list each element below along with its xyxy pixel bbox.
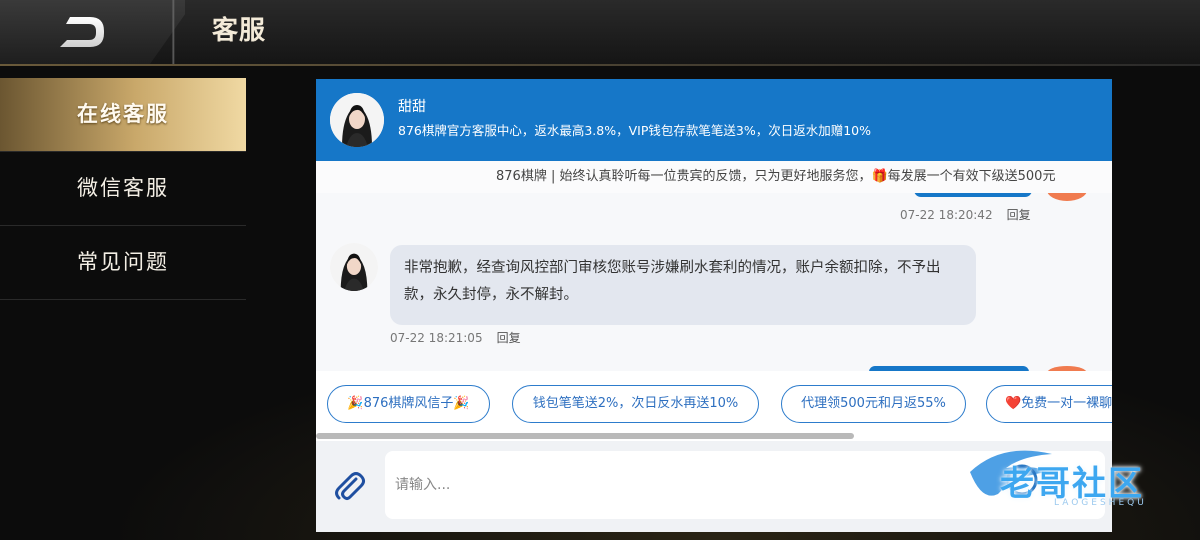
agent-message-avatar [330,243,378,291]
message-time: 07-22 18:21:05 [390,331,483,345]
quick-reply-button[interactable]: 🎉876棋牌风信子🎉 [327,385,490,423]
message-meta: 07-22 18:20:42 回复 [900,206,1031,223]
agent-portrait-icon [330,243,378,291]
sidebar-item-label: 在线客服 [77,102,169,126]
sidebar-item-label: 微信客服 [77,176,169,200]
agent-portrait-icon [330,93,384,147]
page-title: 客服 [212,16,267,46]
watermark-subtext: LAOGESHEQU [1054,498,1147,508]
back-icon [60,17,104,47]
sidebar-item-faq[interactable]: 常见问题 [0,226,246,300]
marquee-text: 876棋牌 | 始终认真聆听每一位贵宾的反馈，只为更好地服务您，🎁每发展一个有效… [496,169,1056,184]
attach-button[interactable] [332,469,368,505]
back-button[interactable] [56,14,110,50]
message-time: 07-22 18:20:42 [900,208,993,222]
reply-link[interactable]: 回复 [1007,208,1031,222]
message-list[interactable]: 07-22 18:20:42 回复 非常抱歉，经查询风控部门审核您账号涉嫌刷水套利… [316,193,1112,371]
header-divider [150,0,198,64]
sidebar-item-wechat-service[interactable]: 微信客服 [0,152,246,226]
agent-message-bubble: 非常抱歉，经查询风控部门审核您账号涉嫌刷水套利的情况，账户余额扣除，不予出款，永… [390,245,976,325]
reply-link[interactable]: 回复 [497,331,521,345]
quick-reply-scrollbar[interactable] [316,431,1112,441]
user-avatar [1047,193,1087,201]
sidebar-item-online-service[interactable]: 在线客服 [0,78,246,152]
user-message-bubble [914,193,1032,197]
paperclip-icon [335,472,365,500]
quick-reply-button[interactable]: 代理领500元和月返55% [781,385,966,423]
agent-avatar [330,93,384,147]
top-divider [0,64,1200,66]
quick-reply-button[interactable]: 钱包笔笔送2%，次日反水再送10% [512,385,759,423]
sidebar: 在线客服 微信客服 常见问题 [0,78,246,300]
message-meta: 07-22 18:21:05 回复 [390,329,521,346]
quick-reply-bar: 🎉876棋牌风信子🎉 钱包笔笔送2%，次日反水再送10% 代理领500元和月返5… [316,371,1112,431]
chat-header: 甜甜 876棋牌官方客服中心，返水最高3.8%，VIP钱包存款笔笔送3%，次日返… [316,79,1112,161]
agent-description: 876棋牌官方客服中心，返水最高3.8%，VIP钱包存款笔笔送3%，次日返水加赠… [398,123,872,138]
sidebar-item-label: 常见问题 [77,250,169,274]
quick-reply-button[interactable]: ❤️免费一对一裸聊 [986,385,1112,423]
notice-marquee: 876棋牌 | 始终认真聆听每一位贵宾的反馈，只为更好地服务您，🎁每发展一个有效… [316,161,1112,193]
top-bar: 客服 [0,0,1200,64]
scrollbar-thumb[interactable] [316,433,854,439]
agent-name: 甜甜 [398,99,426,115]
